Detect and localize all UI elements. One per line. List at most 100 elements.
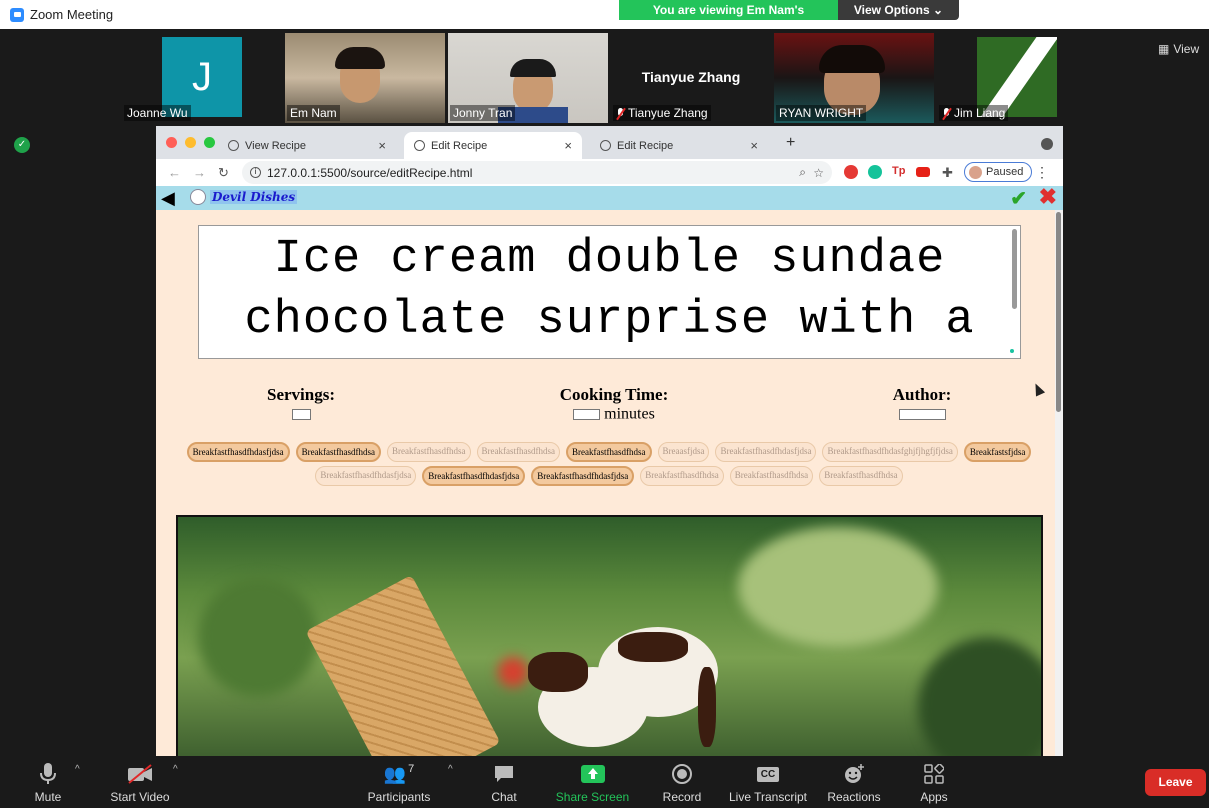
tag-chip[interactable]: Breakfastfhasdfhdsa — [566, 442, 652, 462]
tab-view-recipe[interactable]: View Recipe × — [218, 132, 396, 159]
tag-chip[interactable]: Breakfastsfjdsa — [963, 442, 1032, 462]
youtube-icon[interactable] — [916, 167, 930, 177]
minimize-window-icon[interactable] — [185, 137, 196, 148]
recipe-title-text: Ice cream double sundae chocolate surpri… — [244, 233, 975, 347]
start-video-button[interactable]: Start Video — [108, 762, 172, 804]
recipe-image — [176, 515, 1043, 756]
adblock-icon[interactable] — [844, 165, 858, 179]
participant-tile-em[interactable]: Em Nam — [285, 33, 445, 123]
servings-input[interactable] — [291, 408, 311, 420]
security-shield-icon[interactable]: ✓ — [14, 137, 30, 153]
cancel-x-icon[interactable]: ✖ — [1039, 186, 1057, 210]
page-scrollbar[interactable] — [1055, 210, 1063, 756]
participant-name: Jim Liang — [939, 105, 1009, 121]
new-tab-icon[interactable]: + — [786, 134, 795, 152]
participants-options-caret-icon[interactable]: ^ — [448, 764, 453, 775]
tag-chip[interactable]: Breakfastfhasdfhdsa — [387, 442, 471, 462]
forward-icon[interactable]: → — [193, 165, 206, 180]
live-transcript-label: Live Transcript — [728, 790, 808, 804]
back-arrow-icon[interactable]: ◀ — [161, 189, 175, 207]
tag-chip[interactable]: Breakfastfhasdfhdasfjdsa — [715, 442, 817, 462]
maximize-window-icon[interactable] — [204, 137, 215, 148]
participant-hair — [819, 45, 885, 73]
tag-chip[interactable]: Breakfastfhasdfhdsa — [729, 466, 814, 486]
tag-chip[interactable]: Breakfastfhasdfhdasfjdsa — [531, 466, 635, 486]
tag-chip[interactable]: Breakfastfhasdfhdasfjdsa — [315, 466, 417, 486]
extensions-puzzle-icon[interactable]: ✚ — [942, 165, 956, 180]
share-screen-button[interactable]: Share Screen — [555, 762, 630, 804]
participant-tile-jim[interactable]: Jim Liang — [937, 33, 1097, 123]
tag-chip[interactable]: Breakfastfhasdfhdasfjdsa — [422, 466, 526, 486]
globe-icon — [414, 140, 425, 151]
participant-hair — [510, 59, 556, 77]
tag-chip[interactable]: Breakfastfhasdfhdsa — [476, 442, 561, 462]
scrollbar-thumb[interactable] — [1056, 212, 1061, 412]
info-icon[interactable]: i — [250, 167, 261, 178]
tag-chip[interactable]: Breakfastfhasdfhdasfjdsa — [186, 442, 290, 462]
grammarly-icon[interactable] — [868, 165, 882, 179]
close-tab-icon[interactable]: × — [378, 138, 386, 153]
textarea-scrollbar[interactable] — [1012, 229, 1017, 309]
record-button[interactable]: Record — [660, 762, 704, 804]
participant-name: Em Nam — [287, 105, 340, 121]
tab-label: Edit Recipe — [617, 139, 674, 152]
view-button[interactable]: ▦ View — [1158, 42, 1199, 56]
zoom-icon[interactable]: ⌕ — [799, 165, 806, 180]
cooking-time-label: Cooking Time: — [559, 385, 669, 404]
microphone-icon — [40, 763, 56, 784]
tag-chip[interactable]: Breakfastfhasdfhdsa — [295, 442, 382, 462]
shared-browser-window: View Recipe × Edit Recipe × Edit Recipe … — [156, 126, 1063, 756]
close-tab-icon[interactable]: × — [750, 138, 758, 153]
tab-edit-recipe-active[interactable]: Edit Recipe × — [404, 132, 582, 159]
tag-chip[interactable]: Breaasfjdsa — [657, 442, 710, 462]
reload-icon[interactable]: ↻ — [218, 165, 229, 181]
tag-chip[interactable]: Breakfastfhasdfhdsa — [640, 466, 724, 486]
browser-toolbar: ← → ↻ i 127.0.0.1:5500/source/editRecipe… — [156, 159, 1063, 186]
live-transcript-button[interactable]: CC Live Transcript — [728, 762, 808, 804]
cooking-time-input[interactable] — [573, 408, 601, 420]
mute-button[interactable]: Mute — [28, 762, 68, 804]
recipe-title-input[interactable]: Ice cream double sundae chocolate surpri… — [198, 225, 1021, 359]
participants-count: 7 — [408, 763, 415, 775]
closed-caption-icon: CC — [756, 766, 780, 782]
participant-tile-joanne[interactable]: J Joanne Wu — [122, 33, 282, 123]
close-window-icon[interactable] — [166, 137, 177, 148]
profile-button[interactable]: Paused — [964, 162, 1032, 182]
resize-grip-icon[interactable] — [1010, 349, 1014, 353]
brand[interactable]: Devil Dishes — [190, 189, 298, 205]
participant-name: Tianyue Zhang — [613, 105, 711, 121]
record-icon — [672, 764, 692, 784]
leave-button[interactable]: Leave — [1145, 769, 1206, 796]
bookmark-star-icon[interactable]: ☆ — [813, 166, 824, 180]
participant-tile-tianyue[interactable]: Tianyue Zhang Tianyue Zhang — [611, 33, 771, 123]
save-check-icon[interactable]: ✔ — [1010, 186, 1027, 211]
profile-status: Paused — [986, 166, 1024, 178]
close-tab-icon[interactable]: × — [564, 138, 572, 153]
reactions-label: Reactions — [827, 790, 881, 804]
back-icon[interactable]: ← — [168, 165, 181, 180]
tab-edit-recipe[interactable]: Edit Recipe × — [590, 132, 768, 159]
servings-label: Servings: — [267, 385, 335, 404]
tag-chip[interactable]: Breakfastfhasdfhdasfghjfjhgfjfjdsa — [822, 442, 958, 462]
address-bar[interactable]: i 127.0.0.1:5500/source/editRecipe.html … — [242, 161, 832, 184]
participant-display-name: Tianyue Zhang — [641, 69, 741, 85]
tab-label: Edit Recipe — [431, 139, 488, 152]
tab-bar: View Recipe × Edit Recipe × Edit Recipe … — [156, 126, 1063, 159]
apps-button[interactable]: Apps — [914, 762, 954, 804]
tp-extension-icon[interactable]: Tp — [892, 165, 906, 179]
mute-options-caret-icon[interactable]: ^ — [75, 764, 80, 775]
participant-tile-jonny[interactable]: Jonny Tran — [448, 33, 608, 123]
reactions-button[interactable]: Reactions — [826, 762, 882, 804]
participants-button[interactable]: 👥 7 Participants — [364, 762, 434, 804]
browser-menu-icon[interactable]: ⋮ — [1035, 164, 1049, 181]
tab-search-icon[interactable] — [1041, 138, 1053, 150]
window-controls — [166, 137, 215, 148]
author-input[interactable] — [898, 408, 946, 420]
globe-icon — [600, 140, 611, 151]
chat-button[interactable]: Chat — [484, 762, 524, 804]
participant-tile-ryan[interactable]: RYAN WRIGHT — [774, 33, 934, 123]
view-options-button[interactable]: View Options ⌄ — [838, 0, 959, 20]
tag-chip[interactable]: Breakfastfhasdfhdsa — [819, 466, 903, 486]
grid-icon: ▦ — [1158, 42, 1170, 56]
video-options-caret-icon[interactable]: ^ — [173, 764, 178, 775]
